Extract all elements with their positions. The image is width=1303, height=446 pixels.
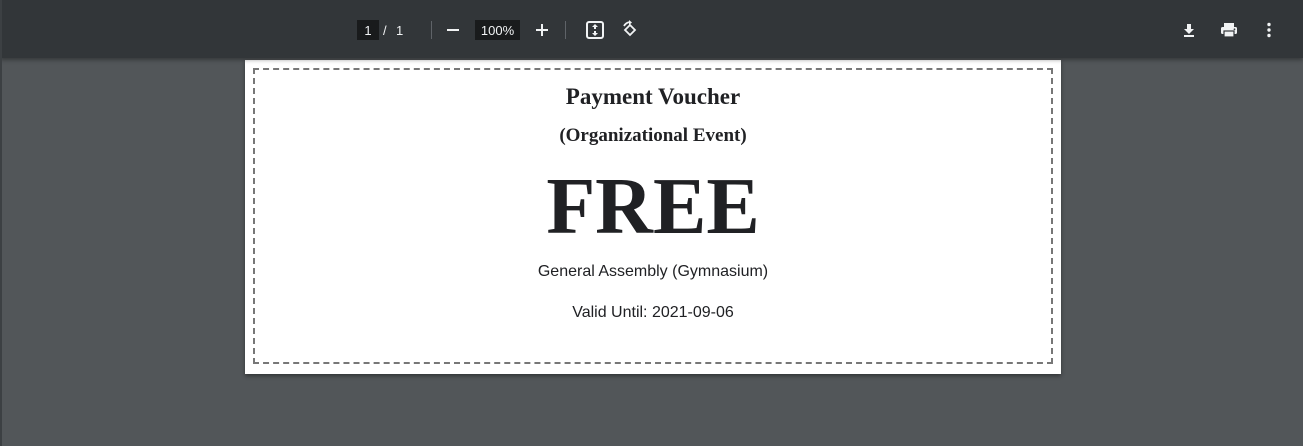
zoom-level-input[interactable] <box>475 20 520 40</box>
toolbar-divider <box>565 21 566 39</box>
zoom-in-button[interactable] <box>528 16 556 44</box>
rotate-counterclockwise-icon <box>623 20 637 37</box>
page-separator: / <box>383 22 387 38</box>
page-total: 1 <box>396 22 404 38</box>
download-button[interactable] <box>1175 16 1203 44</box>
more-actions-button[interactable] <box>1255 16 1283 44</box>
pdf-page: Payment Voucher (Organizational Event) F… <box>245 60 1061 374</box>
print-icon <box>1221 23 1237 38</box>
download-icon <box>1184 24 1194 37</box>
more-vertical-icon <box>1267 22 1271 38</box>
zoom-out-button[interactable] <box>439 16 467 44</box>
plus-icon <box>536 24 548 36</box>
toolbar-divider <box>431 21 432 39</box>
print-button[interactable] <box>1215 16 1243 44</box>
fit-to-page-button[interactable] <box>581 16 609 44</box>
minus-icon <box>447 29 459 31</box>
page-number-input[interactable] <box>357 20 379 40</box>
voucher-title: Payment Voucher <box>565 84 741 109</box>
voucher-amount: FREE <box>546 163 760 251</box>
fit-to-page-icon <box>586 21 604 39</box>
pdf-toolbar: / 1 <box>0 0 1303 58</box>
voucher-card: Payment Voucher (Organizational Event) F… <box>253 68 1053 364</box>
window-left-edge <box>0 0 2 446</box>
voucher-valid-until: Valid Until: 2021-09-06 <box>572 304 734 321</box>
rotate-button[interactable] <box>616 16 644 44</box>
voucher-subtitle: (Organizational Event) <box>559 125 747 146</box>
voucher-location: General Assembly (Gymnasium) <box>537 263 769 280</box>
